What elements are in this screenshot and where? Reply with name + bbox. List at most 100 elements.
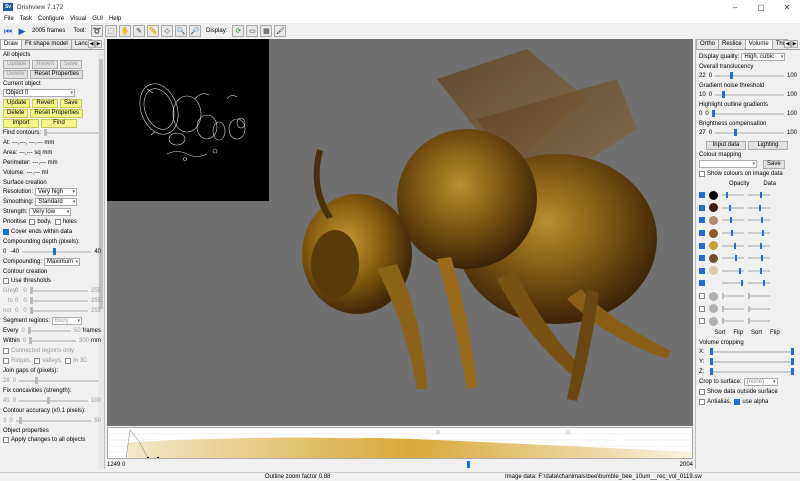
eraser-icon[interactable]: ◇	[161, 25, 174, 37]
menu-task[interactable]: Task	[20, 16, 32, 22]
colour-enable-checkbox[interactable]	[699, 280, 705, 287]
colour-swatch[interactable]	[709, 266, 718, 276]
save-button[interactable]: Save	[60, 98, 82, 108]
compounding-depth-slider[interactable]	[22, 248, 92, 255]
highlight-slider[interactable]	[711, 110, 784, 117]
hand-icon[interactable]: ✋	[119, 25, 132, 37]
not-slider[interactable]	[29, 307, 88, 314]
ruler-icon[interactable]: 📏	[147, 25, 160, 37]
right-tab-right-arrow-icon[interactable]: ▶	[791, 40, 798, 48]
in3d-checkbox[interactable]	[65, 358, 72, 364]
compounding-select[interactable]: Maximum	[44, 258, 81, 266]
colour-save-button[interactable]: Save	[763, 159, 785, 169]
opacity-slider[interactable]	[722, 242, 744, 249]
zoom-region-icon[interactable]: 🔎	[189, 25, 202, 37]
menu-gui[interactable]: GUI	[92, 16, 103, 22]
zoom-icon[interactable]: 🔍	[175, 25, 188, 37]
opacity-slider[interactable]	[722, 293, 744, 300]
tab-reslice[interactable]: Reslice	[718, 39, 746, 49]
data-slider[interactable]	[748, 280, 770, 287]
lasso-icon[interactable]: ➰	[91, 25, 104, 37]
outline-inset-view[interactable]	[107, 39, 269, 201]
opacity-slider[interactable]	[722, 305, 744, 312]
play-icon[interactable]: ▶	[16, 25, 28, 37]
apply-all-checkbox[interactable]	[3, 437, 9, 443]
refresh-icon[interactable]: ⟳	[232, 25, 245, 37]
right-tab-left-arrow-icon[interactable]: ◀	[784, 40, 791, 48]
all-update-button[interactable]: Update	[3, 59, 31, 69]
data-slider[interactable]	[748, 204, 770, 211]
opacity-slider[interactable]	[722, 267, 744, 274]
brightness-slider[interactable]	[715, 129, 784, 136]
opacity-slider[interactable]	[722, 204, 744, 211]
colour-enable-checkbox[interactable]	[699, 293, 705, 300]
minimize-button[interactable]: –	[722, 0, 748, 14]
data-slider[interactable]	[748, 305, 770, 312]
histogram-slider-handle[interactable]	[467, 461, 470, 468]
maximize-button[interactable]: ▢	[748, 0, 774, 14]
blank-view-icon[interactable]: ▭	[246, 25, 259, 37]
contour-accuracy-slider[interactable]	[15, 417, 92, 424]
ridges-checkbox[interactable]	[3, 358, 9, 364]
data-slider[interactable]	[748, 318, 770, 325]
colour-mapping-select[interactable]	[699, 160, 757, 168]
smoothing-select[interactable]: Standard	[35, 198, 78, 206]
data-slider[interactable]	[748, 293, 770, 300]
all-revert-button[interactable]: Revert	[32, 59, 59, 69]
import-button[interactable]: Import	[3, 118, 39, 128]
select-rect-icon[interactable]: ⬚	[105, 25, 118, 37]
reset-properties-button[interactable]: Reset Properties	[30, 108, 84, 118]
colour-enable-checkbox[interactable]	[699, 242, 705, 249]
colour-swatch[interactable]	[709, 203, 718, 213]
rewind-icon[interactable]: ⏮	[2, 25, 14, 37]
input-data-button[interactable]: Input data	[706, 140, 746, 150]
transfer-function-histogram[interactable]	[107, 427, 693, 459]
revert-button[interactable]: Revert	[32, 98, 59, 108]
fix-concavities-slider[interactable]	[19, 397, 88, 404]
update-button[interactable]: Update	[3, 98, 31, 108]
opacity-slider[interactable]	[722, 230, 744, 237]
pencil-icon[interactable]: ✎	[133, 25, 146, 37]
split-view-icon[interactable]: ▦	[260, 25, 273, 37]
colour-swatch[interactable]	[709, 241, 718, 251]
tab-right-arrow-icon[interactable]: ▶	[95, 40, 102, 48]
menu-configure[interactable]: Configure	[38, 16, 64, 22]
colour-swatch[interactable]	[709, 253, 718, 263]
crop-z-slider[interactable]	[710, 367, 794, 375]
opacity-slider[interactable]	[722, 217, 744, 224]
opacity-slider[interactable]	[722, 192, 744, 199]
lighting-button[interactable]: Lighting	[748, 140, 788, 150]
colour-swatch[interactable]	[709, 278, 718, 288]
colour-swatch[interactable]	[709, 215, 718, 225]
colour-enable-checkbox[interactable]	[699, 217, 705, 224]
colour-swatch[interactable]	[709, 304, 718, 314]
data-slider[interactable]	[748, 217, 770, 224]
connected-checkbox[interactable]	[3, 348, 9, 354]
all-save-button[interactable]: Save	[60, 59, 82, 69]
translucency-slider[interactable]	[715, 72, 784, 79]
tab-left-arrow-icon[interactable]: ◀	[88, 40, 95, 48]
colour-enable-checkbox[interactable]	[699, 255, 705, 262]
crop-x-slider[interactable]	[710, 347, 794, 355]
join-gaps-slider[interactable]	[19, 377, 98, 384]
opacity-flip-button[interactable]: Flip	[730, 328, 746, 337]
data-flip-button[interactable]: Flip	[767, 328, 783, 337]
tab-ortho[interactable]: Ortho	[696, 39, 720, 49]
opacity-slider[interactable]	[722, 255, 744, 262]
colour-enable-checkbox[interactable]	[699, 204, 705, 211]
display-quality-select[interactable]: High, cubic	[741, 53, 786, 61]
crop-surface-select[interactable]: (none)	[743, 377, 778, 386]
data-slider[interactable]	[748, 192, 770, 199]
data-slider[interactable]	[748, 267, 770, 274]
colour-enable-checkbox[interactable]	[699, 230, 705, 237]
colour-swatch[interactable]	[709, 228, 718, 238]
within-slider[interactable]	[29, 337, 76, 344]
every-slider[interactable]	[27, 327, 71, 334]
data-slider[interactable]	[748, 230, 770, 237]
show-colours-checkbox[interactable]	[699, 171, 705, 177]
colour-swatch[interactable]	[709, 190, 718, 200]
crop-y-slider[interactable]	[710, 357, 794, 365]
opacity-slider[interactable]	[722, 318, 744, 325]
volume-viewport[interactable]	[107, 39, 693, 426]
body-checkbox[interactable]	[29, 219, 36, 225]
